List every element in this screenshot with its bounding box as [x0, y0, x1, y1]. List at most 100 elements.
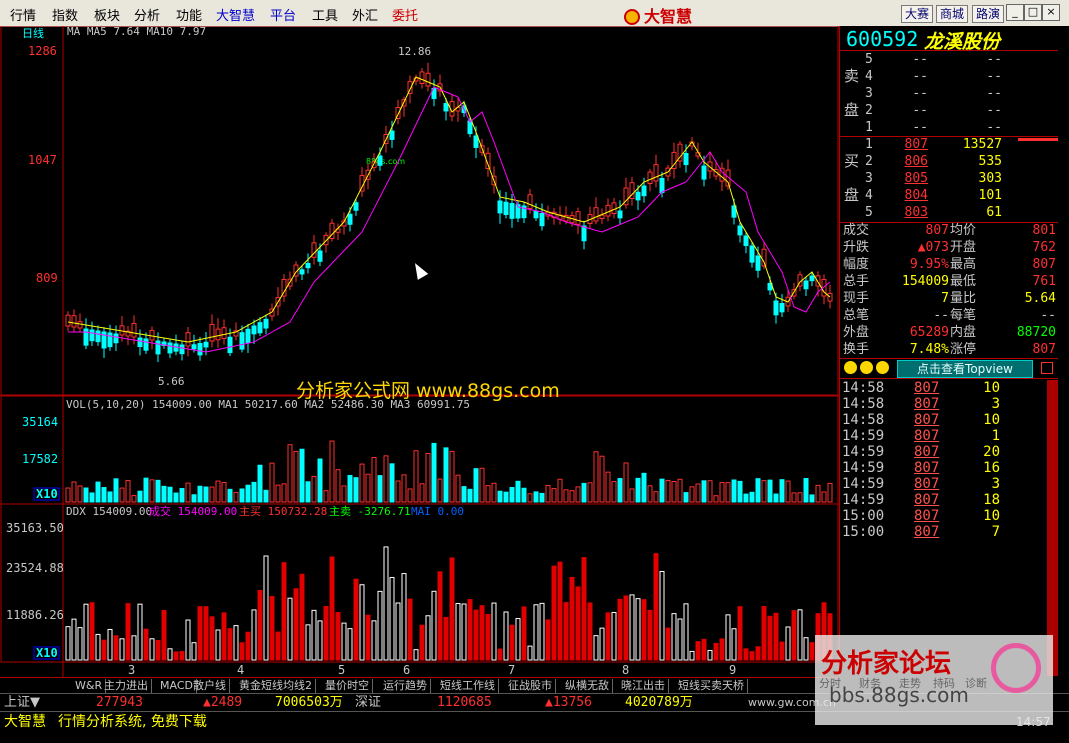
ddx-bar: [431, 590, 437, 661]
candle: [155, 340, 161, 355]
low-marker: 5.66: [158, 375, 185, 388]
forum-menu-2[interactable]: 财务: [859, 675, 881, 691]
sell-level: 5: [865, 52, 873, 67]
sell-volume: --: [986, 52, 1002, 67]
roadshow-link[interactable]: 路演: [972, 5, 1005, 23]
candle: [755, 255, 761, 271]
tab-vol-price[interactable]: 量价时空: [322, 679, 373, 693]
candle: [803, 280, 809, 290]
stat-label: 每笔: [950, 308, 977, 323]
tab-battle[interactable]: 征战股市: [505, 679, 556, 693]
volume-bar: [257, 464, 263, 503]
menu-analysis[interactable]: 分析: [134, 5, 160, 24]
circle-icon: [860, 361, 873, 374]
volume-bar: [185, 482, 191, 503]
high-marker: 12.86: [398, 45, 431, 58]
ddx-bar: [239, 642, 245, 661]
ddx-bar: [455, 602, 461, 661]
volume-bar: [407, 488, 413, 503]
topview-toggle-icon[interactable]: [1041, 362, 1053, 374]
tab-retail-line[interactable]: 散户线: [190, 679, 230, 693]
volume-bar: [107, 491, 113, 503]
tab-bridge[interactable]: 短线买卖天桥: [675, 679, 748, 693]
candle: [773, 300, 779, 316]
menu-index[interactable]: 指数: [52, 5, 78, 24]
stat-label: 开盘: [950, 240, 977, 255]
volume-bar: [101, 487, 107, 503]
stat-label: 涨停: [950, 342, 977, 357]
ddx-bar: [725, 614, 731, 661]
stat-label: 现手: [843, 291, 870, 306]
tab-gold-ma[interactable]: 黄金短线均线2: [236, 679, 316, 693]
volume-bar: [305, 481, 311, 503]
chart-canvas[interactable]: 日线 MA MA5 7.64 MA10 7.97 1286 1047 809 1…: [0, 26, 839, 677]
stock-name: 龙溪股份: [924, 31, 1001, 53]
ddx-bar: [143, 628, 149, 661]
tab-trend[interactable]: 运行趋势: [380, 679, 431, 693]
sell-price: --: [912, 52, 928, 67]
volume-bar: [209, 486, 215, 503]
minimize-button[interactable]: _: [1006, 4, 1024, 21]
volume-bar: [359, 463, 365, 503]
ddx-bar: [491, 602, 497, 661]
menu-function[interactable]: 功能: [176, 5, 202, 24]
volume-bar: [377, 475, 383, 503]
ddx-bar: [83, 603, 89, 661]
volume-bar: [539, 492, 545, 503]
tab-short-work[interactable]: 短线工作线: [437, 679, 499, 693]
buy-price: 803: [904, 205, 928, 220]
volume-bar: [575, 486, 581, 503]
close-button[interactable]: ×: [1042, 4, 1060, 21]
tab-xiaojiang[interactable]: 晓江出击: [618, 679, 669, 693]
menu-tools[interactable]: 工具: [312, 5, 338, 24]
volume-bar: [581, 482, 587, 503]
candle: [683, 153, 689, 166]
stat-row: 幅度 9.95% 最高 807: [840, 256, 1058, 273]
forum-menu-1[interactable]: 分时: [819, 675, 841, 691]
forum-menu-5[interactable]: 诊断: [965, 675, 987, 691]
candle: [167, 342, 173, 354]
menu-dzh[interactable]: 大智慧: [216, 5, 255, 24]
tick-scrollbar[interactable]: [1047, 380, 1058, 676]
tick-volume: 16: [983, 460, 1000, 476]
topview-button[interactable]: 点击查看Topview: [897, 360, 1033, 378]
volume-bar: [473, 468, 479, 503]
buy-level: 2: [865, 154, 873, 169]
candle: [83, 328, 89, 346]
menu-forex[interactable]: 外汇: [352, 5, 378, 24]
candle: [467, 120, 473, 135]
ddx-bar: [359, 584, 365, 661]
ddx-bar: [629, 594, 635, 661]
stat-row: 成交 807 均价 801: [840, 222, 1058, 239]
menu-sector[interactable]: 板块: [94, 5, 120, 24]
menu-platform[interactable]: 平台: [270, 5, 296, 24]
volume-bar: [671, 480, 677, 503]
market-selector[interactable]: 上证▼: [4, 694, 40, 712]
volume-bar: [131, 495, 137, 503]
volume-bar: [71, 481, 77, 503]
forum-menu-3[interactable]: 走势: [899, 675, 921, 691]
ddx-bar: [263, 555, 269, 661]
candle: [593, 207, 599, 222]
ddx-bar: [647, 609, 653, 661]
tab-zongheng[interactable]: 纵横无敌: [562, 679, 613, 693]
volume-bar: [113, 478, 119, 503]
tick-time: 14:59: [842, 444, 885, 460]
ddx-bar: [503, 611, 509, 661]
chart-area[interactable]: 日线 MA MA5 7.64 MA10 7.97 1286 1047 809 1…: [0, 26, 839, 677]
forum-menu-4[interactable]: 持码: [933, 675, 955, 691]
menu-quotes[interactable]: 行情: [10, 5, 36, 24]
contest-link[interactable]: 大赛: [901, 5, 934, 23]
ddx-bar: [377, 590, 383, 661]
brand-text: 大智慧: [644, 7, 693, 26]
tab-main-flow[interactable]: 主力进出: [101, 679, 152, 693]
menu-entrust[interactable]: 委托: [392, 5, 418, 24]
mall-link[interactable]: 商城: [936, 5, 969, 23]
tick-time: 14:58: [842, 380, 885, 396]
ddx-bar: [179, 651, 185, 661]
volume-bar: [791, 492, 797, 503]
maximize-button[interactable]: □: [1024, 4, 1042, 21]
volume-bar: [725, 482, 731, 503]
candle: [653, 164, 659, 182]
volume-bar: [227, 488, 233, 503]
